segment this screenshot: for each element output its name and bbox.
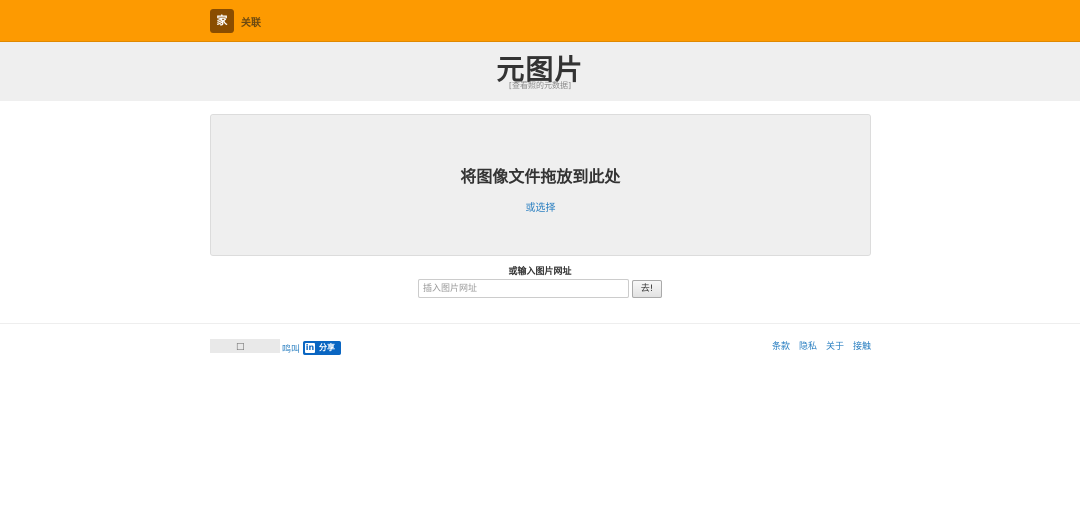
linkedin-share-button[interactable]: in 分享 (303, 341, 341, 355)
page-subtitle: [查看照的元数据] (508, 81, 572, 90)
social-like-widget[interactable]: □ (210, 339, 280, 353)
linkedin-share-label: 分享 (319, 343, 335, 352)
footer-link-privacy[interactable]: 隐私 (799, 339, 817, 352)
linkedin-icon: in (305, 343, 315, 353)
title-band: 元图片 [查看照的元数据] (0, 42, 1080, 101)
choose-file-link[interactable]: 或选择 (211, 199, 870, 214)
footer-link-contact[interactable]: 接触 (853, 339, 871, 352)
nav-link-related[interactable]: 关联 (241, 14, 261, 29)
top-nav-bar: 家 关联 (0, 0, 1080, 42)
image-drop-zone[interactable]: 将图像文件拖放到此处 或选择 (210, 114, 871, 256)
image-url-input[interactable] (418, 279, 629, 298)
footer-links: 条款 隐私 关于 接触 (772, 339, 871, 352)
home-logo-button[interactable]: 家 (210, 9, 234, 33)
footer-link-about[interactable]: 关于 (826, 339, 844, 352)
footer-divider (0, 323, 1080, 324)
url-input-label: 或输入图片网址 (508, 267, 572, 277)
tweet-link[interactable]: 鸣叫 (282, 342, 300, 355)
go-button[interactable]: 去! (632, 280, 662, 298)
broken-image-icon: □ (236, 342, 245, 352)
footer-link-terms[interactable]: 条款 (772, 339, 790, 352)
drop-zone-title: 将图像文件拖放到此处 (460, 167, 621, 186)
